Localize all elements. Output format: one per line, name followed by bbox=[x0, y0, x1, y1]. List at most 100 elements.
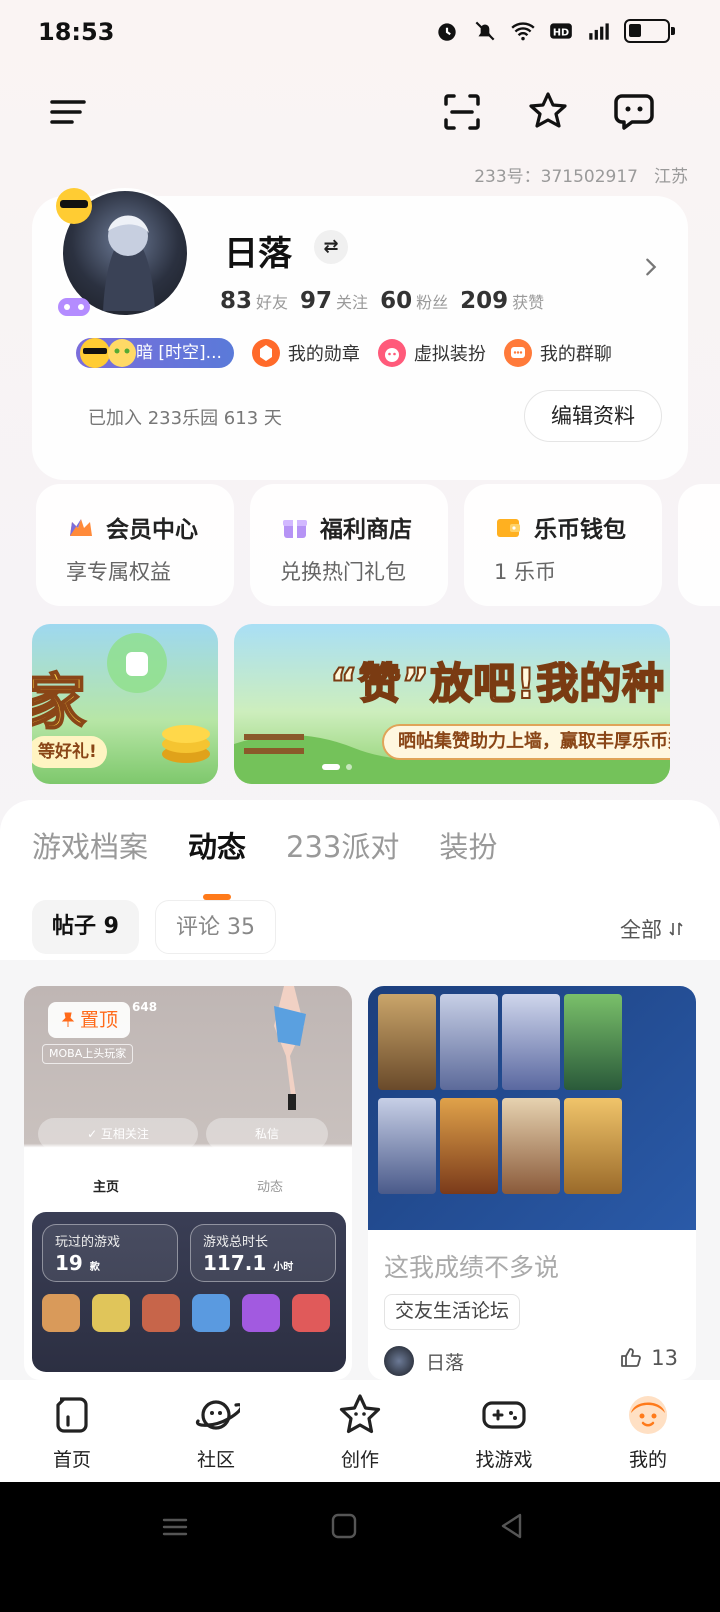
welfare-shop-title: 福利商店 bbox=[320, 517, 412, 543]
svg-text:HD: HD bbox=[553, 27, 569, 38]
signal-5g-icon bbox=[589, 23, 609, 40]
stat-likes[interactable]: 209 获赞 bbox=[460, 288, 544, 314]
nav-community[interactable]: 社区 bbox=[156, 1391, 276, 1472]
tab-dressup[interactable]: 装扮 bbox=[439, 824, 497, 866]
vip-center-card[interactable]: 会员中心 享专属权益 bbox=[36, 484, 234, 606]
dancer-figure bbox=[274, 986, 306, 1110]
match-hero-tile bbox=[440, 994, 498, 1090]
nav-home-label: 首页 bbox=[52, 1448, 91, 1471]
nav-find-games[interactable]: 找游戏 bbox=[444, 1391, 564, 1472]
title-pill[interactable]: 暗 [时空]... bbox=[76, 338, 234, 368]
match-hero-tile bbox=[564, 994, 622, 1090]
banner-pager bbox=[322, 764, 352, 770]
menu-icon[interactable] bbox=[44, 88, 92, 136]
welfare-shop-subtitle: 兑换热门礼包 bbox=[280, 560, 406, 584]
screenshot-tab-home: 主页 bbox=[92, 1179, 119, 1195]
recent-apps-icon[interactable] bbox=[160, 1512, 190, 1542]
nav-create[interactable]: 创作 bbox=[300, 1391, 420, 1472]
emoji-pair-icon bbox=[80, 338, 136, 368]
avatar-dressup-label: 虚拟装扮 bbox=[413, 344, 486, 365]
like-button[interactable]: 13 bbox=[619, 1346, 678, 1370]
vip-center-subtitle: 享专属权益 bbox=[66, 560, 171, 584]
switch-account-button[interactable]: ⇄ bbox=[314, 230, 348, 264]
subtab-posts[interactable]: 帖子 9 bbox=[32, 900, 139, 954]
me-face-icon bbox=[629, 1395, 667, 1434]
profile-card[interactable]: 日落 ⇄ 83 好友 97 关注 60 粉丝 209 获赞 暗 [时空]... 我的勋章… bbox=[32, 188, 688, 480]
home-system-icon[interactable] bbox=[328, 1510, 360, 1542]
status-bar: 18:53 HD bbox=[0, 0, 720, 64]
profile-tabs: 游戏档案 动态 233派对 装扮 bbox=[32, 824, 497, 900]
post-title: 这我成绩不多说 bbox=[384, 1253, 560, 1282]
tab-game-archive[interactable]: 游戏档案 bbox=[32, 824, 148, 866]
profile-stats: 83 好友 97 关注 60 粉丝 209 获赞 bbox=[220, 288, 544, 314]
group-chat-icon bbox=[503, 339, 532, 367]
nav-home[interactable]: 首页 bbox=[12, 1391, 132, 1472]
filter-label: 全部 bbox=[620, 918, 662, 942]
medal-icon bbox=[251, 339, 280, 367]
play-time-box: 游戏总时长 117.1 小时 bbox=[190, 1224, 336, 1282]
filter-dropdown[interactable]: 全部 bbox=[620, 914, 684, 944]
game-icon bbox=[92, 1294, 130, 1332]
nav-me-label: 我的 bbox=[628, 1448, 667, 1471]
stat-following[interactable]: 97 关注 bbox=[300, 288, 368, 314]
game-icon-row bbox=[42, 1294, 330, 1332]
match-hero-tile bbox=[378, 994, 436, 1090]
cat-face-icon bbox=[377, 339, 406, 367]
subtab-comments[interactable]: 评论 35 bbox=[154, 900, 276, 954]
earbuds-icon bbox=[107, 633, 167, 693]
post-image-match-grid[interactable] bbox=[368, 986, 696, 1230]
banner-subtitle: 晒帖集赞助力上墙，赢取丰厚乐币奖 bbox=[382, 724, 670, 760]
thumbs-up-icon bbox=[621, 1348, 642, 1367]
tab-feed[interactable]: 动态 bbox=[188, 824, 246, 900]
games-played-value: 19 bbox=[55, 1251, 83, 1275]
match-hero-tile bbox=[502, 1098, 560, 1194]
author-name: 日落 bbox=[426, 1351, 465, 1374]
favorite-star-icon[interactable] bbox=[524, 88, 572, 136]
coin-wallet-title: 乐币钱包 bbox=[534, 517, 626, 543]
gift-icon bbox=[283, 520, 307, 538]
scan-icon[interactable] bbox=[438, 88, 486, 136]
edit-profile-button[interactable]: 编辑资料 bbox=[524, 390, 662, 442]
account-id: 233号：371502917 bbox=[474, 167, 638, 187]
game-icon bbox=[42, 1294, 80, 1332]
my-medals-button[interactable]: 我的勋章 bbox=[251, 339, 360, 367]
like-count: 13 bbox=[651, 1346, 678, 1370]
alarm-icon bbox=[438, 23, 456, 41]
stat-friends[interactable]: 83 好友 bbox=[220, 288, 288, 314]
title-pill-label: 暗 [时空]... bbox=[136, 343, 222, 363]
chevron-right-icon[interactable] bbox=[640, 256, 662, 278]
my-groups-button[interactable]: 我的群聊 bbox=[503, 339, 612, 367]
mute-bell-icon bbox=[475, 21, 495, 41]
my-medals-label: 我的勋章 bbox=[287, 344, 360, 365]
avatar-dressup-button[interactable]: 虚拟装扮 bbox=[377, 339, 486, 367]
stat-fans[interactable]: 60 粉丝 bbox=[380, 288, 448, 314]
welfare-shop-card[interactable]: 福利商店 兑换热门礼包 bbox=[250, 484, 448, 606]
nav-create-label: 创作 bbox=[340, 1448, 379, 1471]
games-played-box: 玩过的游戏 19 款 bbox=[42, 1224, 178, 1282]
post-author[interactable]: 日落 bbox=[384, 1346, 464, 1376]
play-time-label: 游戏总时长 bbox=[203, 1235, 269, 1250]
post-card-pinned[interactable]: 置顶 648 MOBA上头玩家 ✓ 互相关注 私信 主页 动态 玩过的游戏 19… bbox=[24, 986, 352, 1380]
coins-icon bbox=[162, 725, 210, 763]
screenshot-msg-btn: 私信 bbox=[206, 1118, 328, 1150]
banner-left[interactable]: 家 等好礼! bbox=[32, 624, 218, 784]
post-forum-tag[interactable]: 交友生活论坛 bbox=[384, 1294, 521, 1330]
account-line: 233号：371502917 江苏 bbox=[474, 162, 688, 187]
pager-dot bbox=[346, 764, 352, 770]
banner-left-sub: 等好礼! bbox=[32, 736, 107, 768]
nav-community-label: 社区 bbox=[196, 1448, 235, 1471]
nav-me[interactable]: 我的 bbox=[588, 1391, 708, 1472]
profile-name: 日落 bbox=[224, 234, 292, 274]
top-bar bbox=[0, 80, 720, 144]
banner-left-text: 家 bbox=[32, 667, 87, 739]
back-icon[interactable] bbox=[496, 1510, 528, 1542]
banner-right[interactable]: “赞”放吧!我的种 晒帖集赞助力上墙，赢取丰厚乐币奖 bbox=[234, 624, 670, 784]
post-card-2[interactable]: 这我成绩不多说 交友生活论坛 日落 13 bbox=[368, 986, 696, 1380]
screenshot-tag: MOBA上头玩家 bbox=[42, 1044, 134, 1064]
message-icon[interactable] bbox=[610, 88, 658, 136]
match-hero-tile bbox=[502, 994, 560, 1090]
sort-icon bbox=[669, 922, 683, 936]
tab-party[interactable]: 233派对 bbox=[286, 824, 399, 866]
coin-wallet-card[interactable]: 乐币钱包 1 乐币 bbox=[464, 484, 662, 606]
status-icons: HD bbox=[434, 18, 675, 44]
